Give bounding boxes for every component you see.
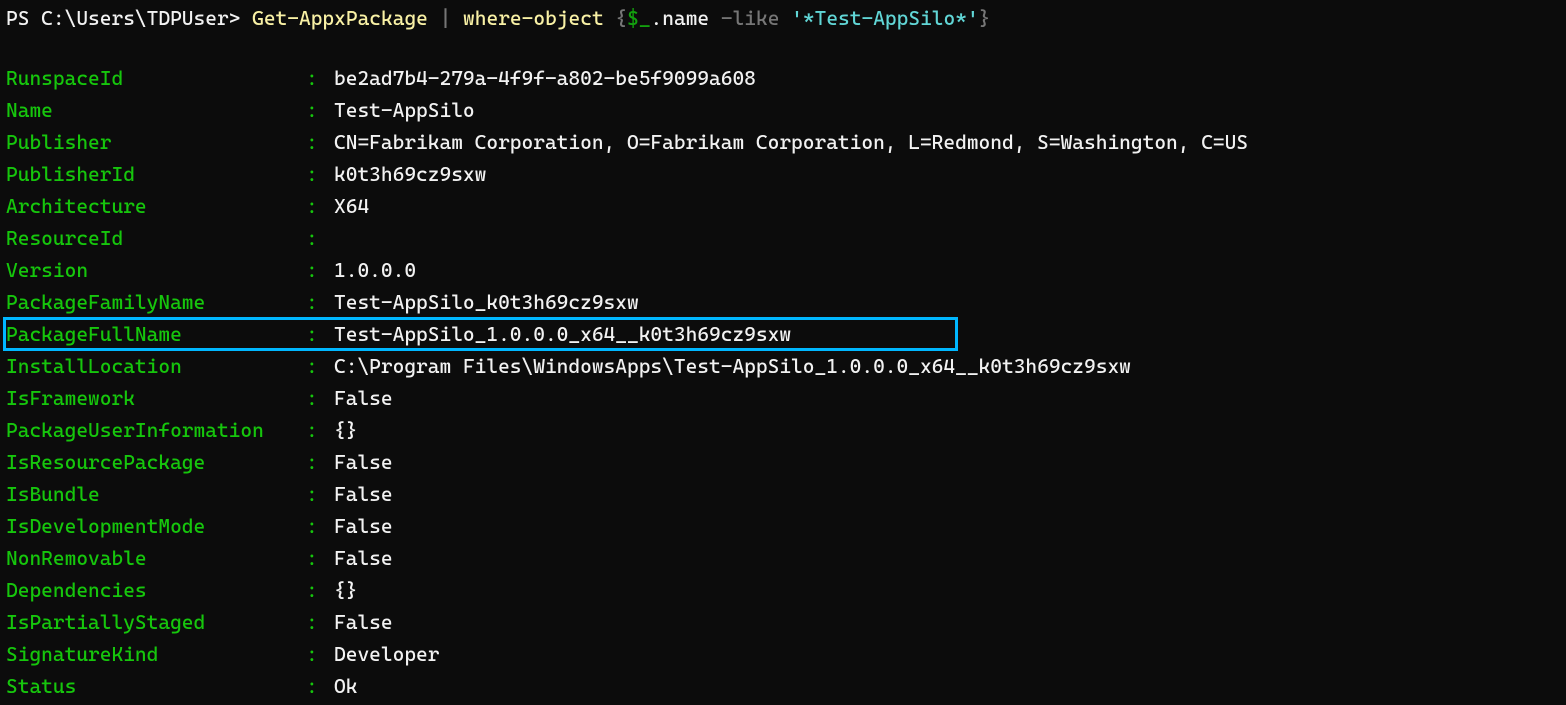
output-row: ResourceId: — [6, 222, 1560, 254]
property-name: Dependencies — [6, 574, 306, 606]
property-name: Status — [6, 670, 306, 702]
output-row: Publisher:CN=Fabrikam Corporation, O=Fab… — [6, 126, 1560, 158]
brace-close: } — [979, 6, 991, 30]
output-row: NonRemovable:False — [6, 542, 1560, 574]
property-name: IsPartiallyStaged — [6, 606, 306, 638]
property-value: {} — [334, 574, 357, 606]
property-name: PackageFamilyName — [6, 286, 306, 318]
property-name: Publisher — [6, 126, 306, 158]
member-access-name: .name — [651, 6, 710, 30]
property-name: IsResourcePackage — [6, 446, 306, 478]
property-name: Architecture — [6, 190, 306, 222]
property-name: RunspaceId — [6, 62, 306, 94]
property-separator: : — [306, 638, 334, 670]
property-name: PackageUserInformation — [6, 414, 306, 446]
cmdlet-whereobject: where-object — [463, 6, 604, 30]
property-value: Ok — [334, 670, 357, 702]
output-row: InstallLocation:C:\Program Files\Windows… — [6, 350, 1560, 382]
property-separator: : — [306, 670, 334, 702]
cmdlet-getappxpackage: Get-AppxPackage — [252, 6, 428, 30]
output-row: Dependencies:{} — [6, 574, 1560, 606]
output-row: IsDevelopmentMode:False — [6, 510, 1560, 542]
property-separator: : — [306, 318, 334, 350]
property-value: False — [334, 382, 393, 414]
output-row: PackageUserInformation:{} — [6, 414, 1560, 446]
output-results: RunspaceId:be2ad7b4-279a-4f9f-a802-be5f9… — [6, 62, 1560, 702]
property-value: {} — [334, 414, 357, 446]
property-separator: : — [306, 254, 334, 286]
output-row: Architecture:X64 — [6, 190, 1560, 222]
property-separator: : — [306, 286, 334, 318]
property-name: IsFramework — [6, 382, 306, 414]
output-row: PackageFamilyName:Test-AppSilo_k0t3h69cz… — [6, 286, 1560, 318]
property-value: False — [334, 606, 393, 638]
property-value: X64 — [334, 190, 369, 222]
property-name: Name — [6, 94, 306, 126]
property-name: IsBundle — [6, 478, 306, 510]
property-value: False — [334, 510, 393, 542]
output-row: IsPartiallyStaged:False — [6, 606, 1560, 638]
output-row: SignatureKind:Developer — [6, 638, 1560, 670]
automatic-var-dollar-under: $_ — [627, 6, 650, 30]
brace-open: { — [604, 6, 627, 30]
property-name: PackageFullName — [6, 318, 306, 350]
property-name: IsDevelopmentMode — [6, 510, 306, 542]
property-separator: : — [306, 382, 334, 414]
property-separator: : — [306, 94, 334, 126]
property-value: False — [334, 446, 393, 478]
property-separator: : — [306, 478, 334, 510]
pipe-operator: | — [428, 6, 463, 30]
property-separator: : — [306, 510, 334, 542]
property-separator: : — [306, 542, 334, 574]
output-row: IsResourcePackage:False — [6, 446, 1560, 478]
property-value: Test-AppSilo — [334, 94, 475, 126]
property-separator: : — [306, 222, 334, 254]
property-name: PublisherId — [6, 158, 306, 190]
output-row: PackageFullName:Test-AppSilo_1.0.0.0_x64… — [6, 318, 1560, 350]
filter-string: '*Test-AppSilo*' — [791, 6, 979, 30]
command-prompt-line[interactable]: PS C:\Users\TDPUser> Get-AppxPackage | w… — [6, 2, 1560, 34]
property-separator: : — [306, 190, 334, 222]
property-name: InstallLocation — [6, 350, 306, 382]
output-row: Status:Ok — [6, 670, 1560, 702]
property-value: Test-AppSilo_k0t3h69cz9sxw — [334, 286, 639, 318]
output-row: PublisherId:k0t3h69cz9sxw — [6, 158, 1560, 190]
property-name: ResourceId — [6, 222, 306, 254]
property-separator: : — [306, 62, 334, 94]
property-value: be2ad7b4-279a-4f9f-a802-be5f9099a608 — [334, 62, 756, 94]
output-row: Version:1.0.0.0 — [6, 254, 1560, 286]
property-separator: : — [306, 158, 334, 190]
property-separator: : — [306, 350, 334, 382]
property-name: Version — [6, 254, 306, 286]
property-value: k0t3h69cz9sxw — [334, 158, 486, 190]
output-row: Name:Test-AppSilo — [6, 94, 1560, 126]
property-value: Test-AppSilo_1.0.0.0_x64__k0t3h69cz9sxw — [334, 318, 791, 350]
property-separator: : — [306, 574, 334, 606]
output-row: IsBundle:False — [6, 478, 1560, 510]
property-value: Developer — [334, 638, 439, 670]
property-name: SignatureKind — [6, 638, 306, 670]
property-value: C:\Program Files\WindowsApps\Test-AppSil… — [334, 350, 1131, 382]
prompt-prefix: PS C:\Users\TDPUser> — [6, 6, 252, 30]
property-value: False — [334, 478, 393, 510]
property-separator: : — [306, 606, 334, 638]
output-row: RunspaceId:be2ad7b4-279a-4f9f-a802-be5f9… — [6, 62, 1560, 94]
property-name: NonRemovable — [6, 542, 306, 574]
operator-like: -like — [709, 6, 791, 30]
property-separator: : — [306, 446, 334, 478]
property-value: 1.0.0.0 — [334, 254, 416, 286]
property-value: False — [334, 542, 393, 574]
property-separator: : — [306, 414, 334, 446]
output-row: IsFramework:False — [6, 382, 1560, 414]
property-separator: : — [306, 126, 334, 158]
property-value: CN=Fabrikam Corporation, O=Fabrikam Corp… — [334, 126, 1248, 158]
